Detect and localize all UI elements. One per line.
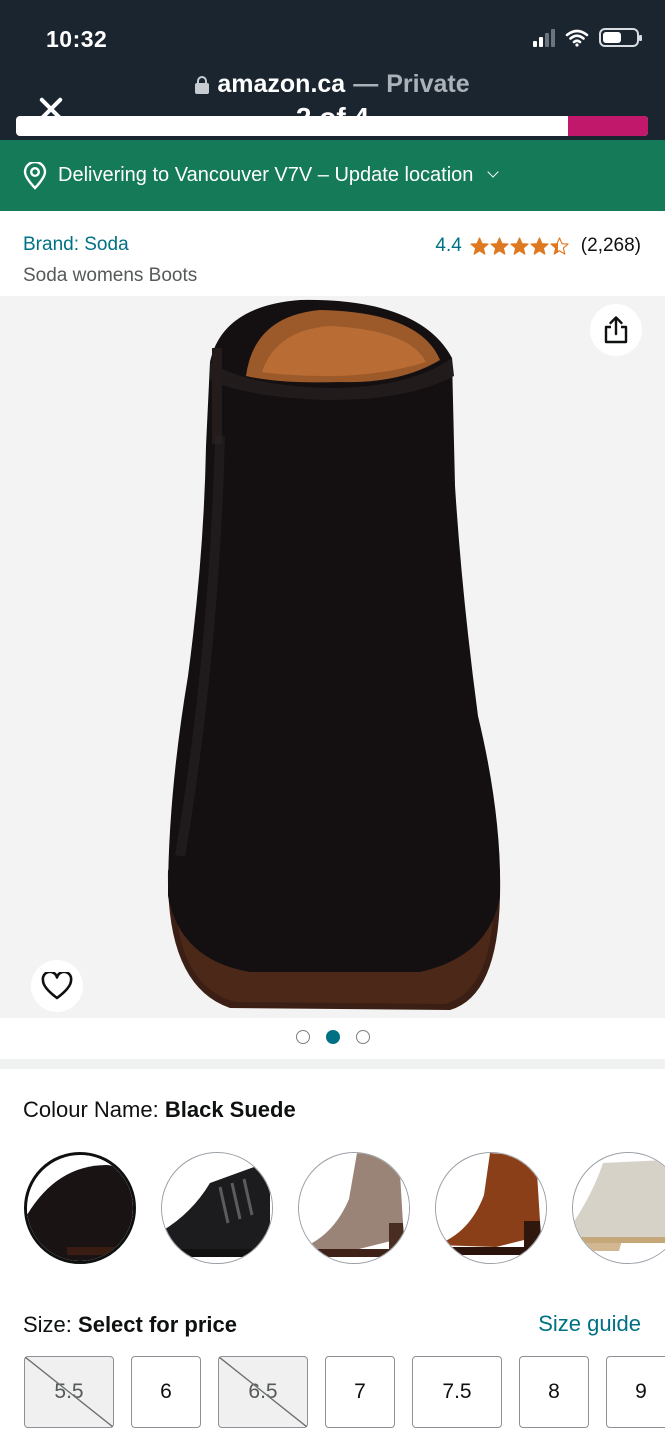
rating-count: (2,268)	[580, 235, 641, 256]
size-options: 5.5 6 6.5 7 7.5 8 9	[24, 1356, 665, 1434]
colour-name-label: Colour Name: Black Suede	[23, 1097, 296, 1123]
size-label-prefix: Size:	[23, 1312, 79, 1337]
search-button[interactable]	[568, 116, 648, 136]
unavailable-slash	[219, 1357, 307, 1427]
address-bar[interactable]: amazon.ca — Private	[0, 70, 665, 99]
status-time: 10:32	[46, 26, 108, 52]
star-icon	[470, 236, 489, 255]
brand-link[interactable]: Brand: Soda	[23, 234, 129, 256]
size-option-6-5[interactable]: 6.5	[218, 1356, 308, 1428]
star-icon	[550, 236, 569, 255]
size-option-label: 8	[548, 1380, 560, 1403]
swatch-black-leather[interactable]	[161, 1152, 273, 1264]
size-option-9[interactable]: 9	[606, 1356, 665, 1428]
swatch-taupe[interactable]	[298, 1152, 410, 1264]
carousel-pagination[interactable]	[0, 1030, 665, 1044]
url-separator: —	[353, 70, 379, 98]
star-icon	[510, 236, 529, 255]
rating-summary[interactable]: 4.4 (2,268)	[435, 235, 641, 257]
selected-colour: Black Suede	[164, 1097, 296, 1122]
share-button[interactable]	[590, 304, 642, 356]
size-label: Size: Select for price	[23, 1312, 237, 1338]
private-label: Private	[386, 70, 470, 98]
product-image-carousel[interactable]	[0, 296, 665, 1018]
url-host: amazon.ca	[217, 70, 346, 98]
size-selection-prompt: Select for price	[78, 1312, 237, 1337]
search-bar[interactable]	[16, 116, 648, 136]
size-option-6[interactable]: 6	[131, 1356, 201, 1428]
size-option-7[interactable]: 7	[325, 1356, 395, 1428]
wifi-icon	[565, 29, 589, 47]
size-option-label: 7	[354, 1380, 366, 1403]
heart-icon	[41, 972, 73, 1000]
unavailable-slash	[25, 1357, 113, 1427]
size-option-7-5[interactable]: 7.5	[412, 1356, 502, 1428]
share-icon	[604, 316, 628, 344]
add-to-wishlist-button[interactable]	[31, 960, 83, 1012]
size-option-8[interactable]: 8	[519, 1356, 589, 1428]
location-pin-icon	[23, 161, 47, 190]
rating-value: 4.4	[435, 235, 462, 256]
colour-label-prefix: Colour Name:	[23, 1097, 165, 1122]
star-icon	[530, 236, 549, 255]
cellular-signal-icon	[533, 28, 555, 47]
delivery-location-text: Delivering to Vancouver V7V – Update loc…	[58, 164, 474, 186]
delivery-location-bar[interactable]: Delivering to Vancouver V7V – Update loc…	[0, 140, 665, 211]
swatch-black-suede[interactable]	[24, 1152, 136, 1264]
size-option-label: 7.5	[442, 1380, 472, 1403]
status-icons	[533, 28, 642, 47]
swatch-beige[interactable]	[572, 1152, 665, 1264]
carousel-dot[interactable]	[295, 1030, 310, 1044]
carousel-dot[interactable]	[325, 1030, 340, 1044]
section-divider	[0, 1059, 665, 1069]
product-title: Soda womens Boots	[23, 265, 198, 286]
star-icon	[490, 236, 509, 255]
size-guide-link[interactable]: Size guide	[538, 1311, 641, 1337]
carousel-dot[interactable]	[355, 1030, 370, 1044]
battery-icon	[599, 28, 642, 47]
size-option-5-5[interactable]: 5.5	[24, 1356, 114, 1428]
star-rating	[470, 236, 569, 256]
lock-icon	[195, 75, 210, 94]
browser-chrome: 10:32 amazon.ca — Private 2 of 4	[0, 0, 665, 140]
colour-swatch-list	[24, 1152, 665, 1268]
size-option-label: 6	[160, 1380, 172, 1403]
size-option-label: 9	[635, 1380, 647, 1403]
chevron-down-icon	[487, 165, 500, 178]
swatch-cognac[interactable]	[435, 1152, 547, 1264]
product-image	[167, 299, 501, 1010]
